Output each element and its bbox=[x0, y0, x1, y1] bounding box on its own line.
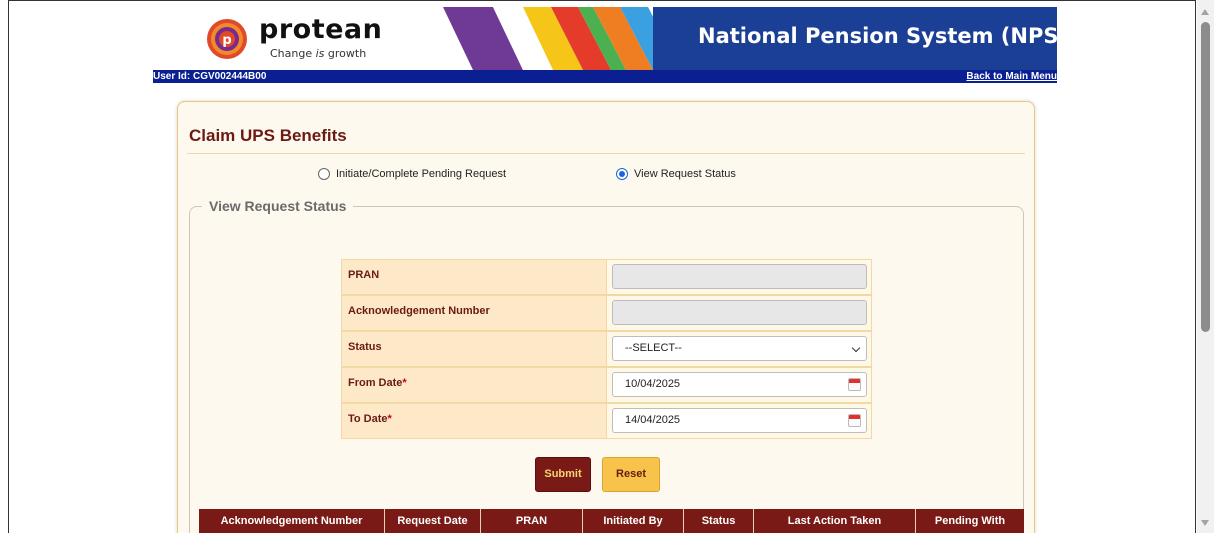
logo-wordmark: protean bbox=[259, 14, 383, 45]
column-header-initiated-by[interactable]: Initiated By bbox=[583, 509, 684, 533]
protean-logo-icon: p bbox=[207, 19, 247, 59]
results-table-header: Acknowledgement Number Request Date PRAN… bbox=[199, 509, 1024, 533]
pran-row: PRAN bbox=[341, 259, 872, 295]
from-date-row: From Date* 10/04/2025 bbox=[341, 367, 872, 403]
site-header: p protean Change is growth National Pens… bbox=[153, 7, 1057, 70]
from-date-cell: 10/04/2025 bbox=[608, 368, 871, 402]
ack-row: Acknowledgement Number bbox=[341, 295, 872, 331]
user-id-label: User Id: CGV002444B00 bbox=[153, 71, 267, 82]
radio-initiate-pending[interactable]: Initiate/Complete Pending Request bbox=[318, 168, 506, 180]
to-date-input[interactable]: 14/04/2025 bbox=[612, 408, 867, 433]
radio-label: View Request Status bbox=[634, 168, 736, 180]
radio-label: Initiate/Complete Pending Request bbox=[336, 168, 506, 180]
pran-label: PRAN bbox=[342, 260, 607, 294]
scroll-down-arrow-icon[interactable] bbox=[1201, 520, 1209, 526]
svg-text:p: p bbox=[222, 33, 231, 48]
radio-button-selected[interactable] bbox=[616, 168, 628, 180]
status-select[interactable]: --SELECT-- bbox=[612, 336, 867, 361]
calendar-icon[interactable] bbox=[848, 378, 861, 391]
logo-tagline: Change is growth bbox=[270, 47, 367, 60]
user-bar: User Id: CGV002444B00 Back to Main Menu bbox=[153, 70, 1057, 83]
radio-button[interactable] bbox=[318, 168, 330, 180]
back-to-main-menu-link[interactable]: Back to Main Menu bbox=[966, 70, 1057, 83]
status-row: Status --SELECT-- bbox=[341, 331, 872, 367]
title-divider bbox=[187, 153, 1025, 154]
from-date-value: 10/04/2025 bbox=[625, 378, 681, 390]
chevron-down-icon bbox=[851, 343, 861, 353]
claim-ups-panel: Claim UPS Benefits Initiate/Complete Pen… bbox=[177, 101, 1035, 533]
status-label: Status bbox=[342, 332, 607, 366]
to-date-label: To Date* bbox=[342, 404, 607, 438]
site-title: National Pension System (NPS) bbox=[698, 24, 1057, 48]
vertical-scrollbar[interactable] bbox=[1197, 0, 1214, 533]
column-header-ack-number[interactable]: Acknowledgement Number bbox=[199, 509, 385, 533]
ack-label: Acknowledgement Number bbox=[342, 296, 607, 330]
from-date-label: From Date* bbox=[342, 368, 607, 402]
ack-cell bbox=[608, 296, 871, 330]
column-header-last-action[interactable]: Last Action Taken bbox=[754, 509, 916, 533]
scrollbar-thumb[interactable] bbox=[1201, 22, 1210, 332]
column-header-pran[interactable]: PRAN bbox=[481, 509, 583, 533]
scroll-up-arrow-icon[interactable] bbox=[1201, 9, 1209, 15]
acknowledgement-number-input[interactable] bbox=[612, 300, 867, 325]
to-date-value: 14/04/2025 bbox=[625, 414, 681, 426]
to-date-cell: 14/04/2025 bbox=[608, 404, 871, 438]
column-header-request-date[interactable]: Request Date bbox=[385, 509, 481, 533]
status-selected-value: --SELECT-- bbox=[625, 342, 682, 354]
reset-button[interactable]: Reset bbox=[602, 457, 660, 492]
submit-button[interactable]: Submit bbox=[535, 457, 591, 492]
radio-view-status[interactable]: View Request Status bbox=[616, 168, 736, 180]
pran-cell bbox=[608, 260, 871, 294]
page-title: Claim UPS Benefits bbox=[189, 126, 347, 145]
to-date-row: To Date* 14/04/2025 bbox=[341, 403, 872, 439]
calendar-icon[interactable] bbox=[848, 414, 861, 427]
status-cell: --SELECT-- bbox=[608, 332, 871, 366]
pran-input[interactable] bbox=[612, 264, 867, 289]
column-header-pending-with[interactable]: Pending With bbox=[916, 509, 1024, 533]
fieldset-legend: View Request Status bbox=[202, 198, 354, 214]
from-date-input[interactable]: 10/04/2025 bbox=[612, 372, 867, 397]
column-header-status[interactable]: Status bbox=[684, 509, 754, 533]
